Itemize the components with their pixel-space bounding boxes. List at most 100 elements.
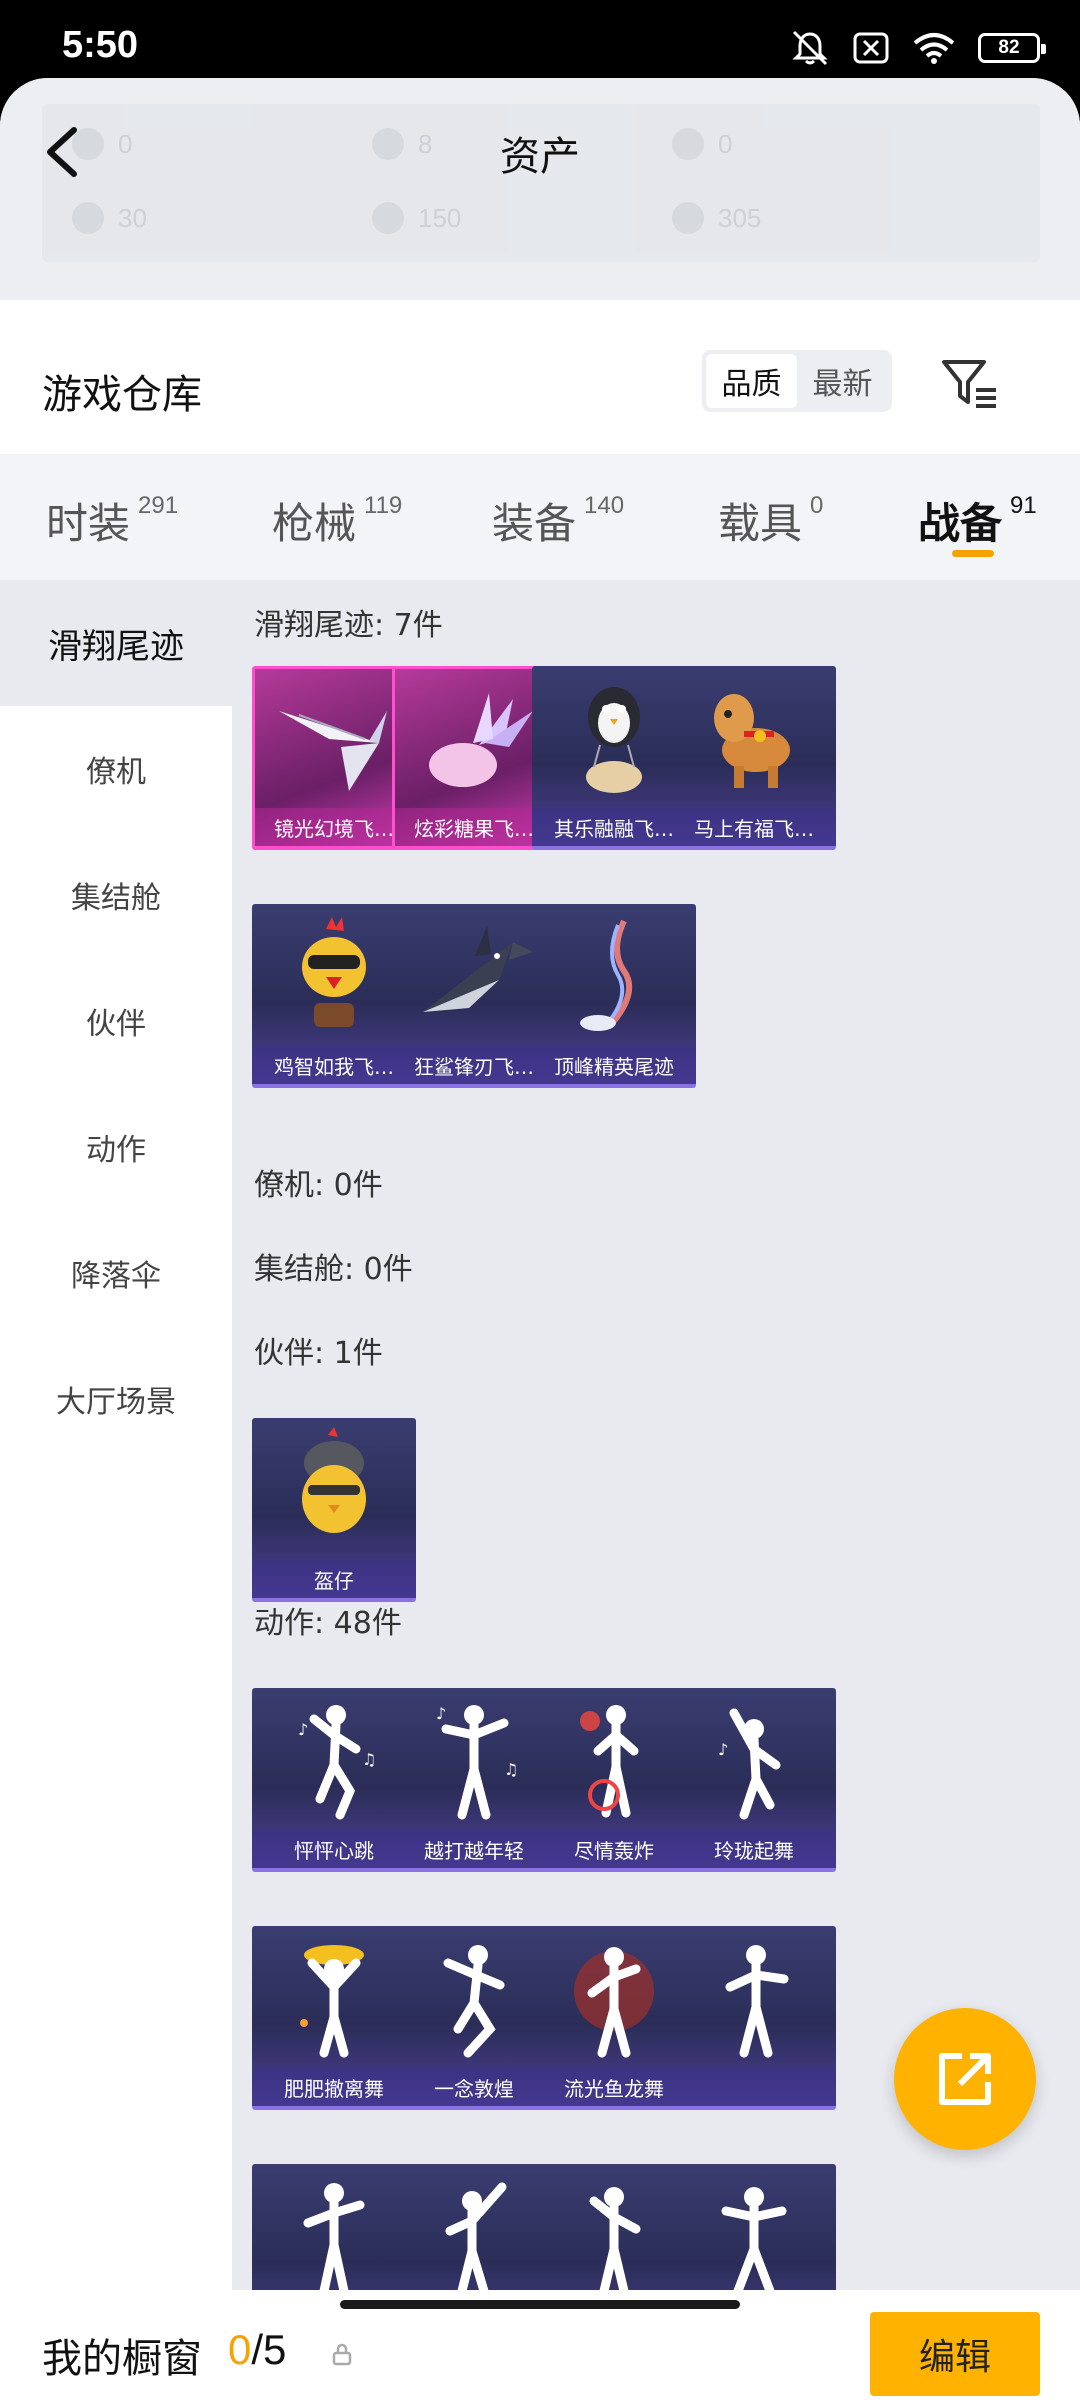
category-tabs: 时装 291 枪械 119 装备 140 载具 0 战备 91 [0,454,1080,580]
asset-value: 305 [718,202,762,233]
wing-trail-icon [279,711,387,791]
dancer-icon [303,2183,365,2290]
item-image [252,1418,416,1562]
sidebar-item-parachute[interactable]: 降落伞 [0,1210,232,1336]
asset-value: 150 [418,202,462,233]
dancer-icon [721,2187,787,2290]
sidebar-item-glide-trail[interactable]: 滑翔尾迹 [0,580,232,706]
svg-text:♪: ♪ [436,1704,446,1723]
dancer-icon: ♪♫ [436,1704,518,1820]
dancer-icon [300,1945,364,2058]
currency-icon [672,202,704,234]
battery-indicator: 82 [978,33,1046,63]
item-image [532,904,696,1048]
item-card[interactable]: 马上有福飞… [672,666,836,850]
item-name: 马上有福飞… [672,808,836,846]
sort-toggle: 品质 最新 [702,350,892,412]
status-icons: 82 [790,30,1046,66]
warehouse-bar: 游戏仓库 品质 最新 [0,300,1080,454]
sidebar-item-lobby-scene[interactable]: 大厅场景 [0,1336,232,1462]
sidebar-item-wingman[interactable]: 僚机 [0,706,232,832]
tab-vehicles[interactable]: 载具 0 [718,490,823,551]
section-title-glide: 滑翔尾迹: 7件 [254,608,443,643]
item-image [255,669,413,813]
item-card[interactable]: ♪ 玲珑起舞 [672,1688,836,1872]
tab-count: 0 [810,492,824,519]
item-card[interactable]: 顶峰精英尾迹 [532,904,696,1088]
item-image [672,1926,836,2070]
section-title-partner: 伙伴: 1件 [254,1336,383,1371]
tab-label: 战备 [918,499,1003,548]
filter-icon [942,360,996,408]
dancer-icon [445,2182,507,2290]
dancer-icon [443,1945,505,2058]
svg-text:♪: ♪ [718,1740,728,1759]
asset-value: 30 [118,202,147,233]
trail-icon [580,919,633,1031]
sort-quality-button[interactable]: 品质 [706,354,797,408]
item-name: 炫彩糖果飞… [395,808,553,846]
tab-guns[interactable]: 枪械 119 [272,490,402,551]
item-name: 镜光幻境飞… [255,808,413,846]
sidebar-item-partner[interactable]: 伙伴 [0,958,232,1084]
filter-button[interactable] [940,358,1000,410]
asset-item: 30 [72,202,147,234]
lock-icon [332,2343,352,2366]
tab-equipment[interactable]: 装备 140 [492,490,624,551]
sort-newest-button[interactable]: 最新 [797,354,888,408]
tab-label: 时装 [46,499,131,548]
dancer-icon [589,2187,641,2290]
currency-icon [372,202,404,234]
tab-count: 119 [364,492,403,519]
tab-count: 140 [584,492,625,519]
page-title: 资产 [500,134,580,180]
no-sim-icon [853,32,889,64]
home-indicator [340,2300,740,2309]
svg-text:♫: ♫ [504,1760,518,1779]
share-button[interactable] [894,2008,1036,2150]
item-image [672,2164,836,2290]
external-link-icon [939,2053,991,2105]
dancer-icon [574,1947,654,2058]
showcase-count: 0/5 [228,2326,286,2374]
tab-indicator [952,550,994,557]
showcase-label: 我的橱窗 [42,2336,202,2382]
tab-readiness[interactable]: 战备 91 [918,490,1037,551]
dancer-icon: ♪ [718,1708,781,1820]
section-title-pod: 集结舱: 0件 [254,1252,413,1287]
sidebar-item-pod[interactable]: 集结舱 [0,832,232,958]
screen: 0 8 0 30 150 305 资产 游戏仓库 品质 最新 时装 291 枪械 1… [0,78,1080,2400]
chicken-icon [302,917,366,1027]
tab-fashion[interactable]: 时装 291 [46,490,178,551]
svg-text:♫: ♫ [362,1750,376,1769]
penguin-balloon-icon [586,687,642,793]
item-name: 顶峰精英尾迹 [532,1046,696,1084]
status-time: 5:50 [62,24,139,66]
dancer-icon [725,1945,789,2058]
tab-label: 载具 [718,499,803,548]
candy-trail-icon [429,693,533,787]
sidebar-item-emote[interactable]: 动作 [0,1084,232,1210]
dancer-icon [580,1705,639,1818]
item-name: 盔仔 [252,1560,416,1598]
tab-count: 91 [1010,492,1037,519]
item-card[interactable]: 盔仔 [252,1418,416,1602]
item-card[interactable] [672,1926,836,2110]
dancer-icon: ♪♫ [298,1705,376,1820]
svg-text:♪: ♪ [298,1720,308,1739]
shark-icon [423,926,533,1012]
currency-icon [72,202,104,234]
item-name [672,2068,836,2106]
edit-button[interactable]: 编辑 [870,2312,1040,2396]
tab-count: 291 [138,492,179,519]
warehouse-title: 游戏仓库 [42,372,202,418]
showcase-used: 0 [228,2326,252,2373]
item-image [672,666,836,810]
item-name: 玲珑起舞 [672,1830,836,1868]
helmet-chick-icon [302,1427,366,1533]
item-image: ♪ [672,1688,836,1832]
item-card[interactable] [672,2164,836,2290]
mute-icon [792,30,828,66]
wifi-icon [913,33,955,64]
sidebar: 滑翔尾迹 僚机 集结舱 伙伴 动作 降落伞 大厅场景 [0,580,232,2290]
